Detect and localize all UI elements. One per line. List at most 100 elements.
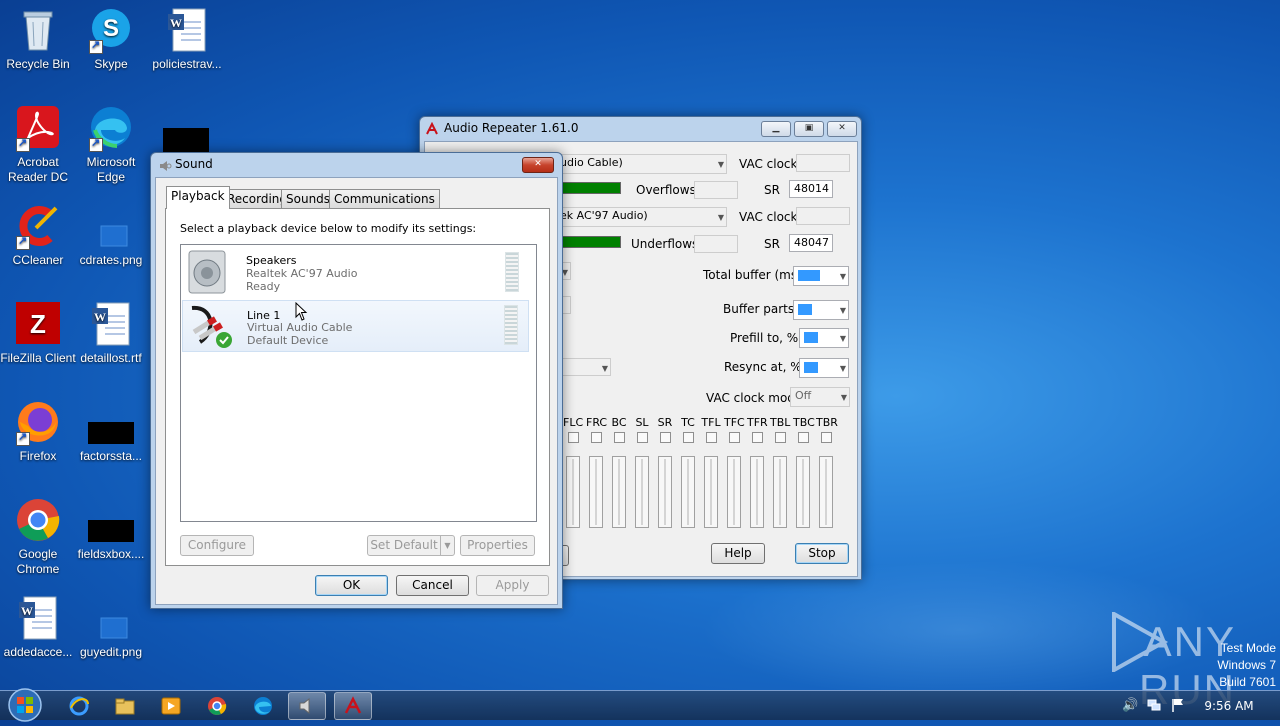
sound-dialog-titlebar[interactable]: Sound ✕ xyxy=(151,153,562,177)
channel-volume-slider[interactable] xyxy=(750,456,764,528)
taskbar-ie-icon[interactable] xyxy=(60,692,98,720)
desktop-icon-filezilla[interactable]: Z FileZilla Client xyxy=(0,300,76,366)
channel-tfc[interactable]: TFC xyxy=(724,416,745,443)
cancel-button[interactable]: Cancel xyxy=(396,575,469,596)
channel-label: FLC xyxy=(563,416,584,429)
channel-volume-slider[interactable] xyxy=(773,456,787,528)
tab-communications[interactable]: Communications xyxy=(329,189,440,208)
input-device-select[interactable]: udio Cable) ▼ xyxy=(555,154,727,174)
desktop-icon-guyedit[interactable]: guyedit.png xyxy=(73,594,149,660)
help-button[interactable]: Help xyxy=(711,543,765,564)
desktop-icon-cdrates[interactable]: cdrates.png xyxy=(73,202,149,268)
properties-button[interactable]: Properties xyxy=(460,535,535,556)
channel-checkbox[interactable] xyxy=(797,432,809,443)
desktop-icon-acrobat[interactable]: Acrobat Reader DC xyxy=(0,104,76,185)
desktop-icon-recycle-bin[interactable]: Recycle Bin xyxy=(0,6,76,72)
channel-volume-slider[interactable] xyxy=(727,456,741,528)
desktop-icon-chrome[interactable]: Google Chrome xyxy=(0,496,76,577)
buffer-parts-select[interactable]: ▼ xyxy=(793,300,849,320)
channel-tfr[interactable]: TFR xyxy=(747,416,768,443)
desktop-icon-ccleaner[interactable]: CCleaner xyxy=(0,202,76,268)
prefill-select[interactable]: ▼ xyxy=(799,328,849,348)
channel-label: TC xyxy=(681,416,695,429)
tray-flag-icon[interactable] xyxy=(1170,697,1186,716)
resync-select[interactable]: ▼ xyxy=(799,358,849,378)
overflows-label: Overflows xyxy=(636,183,696,197)
desktop-icon-edge[interactable]: Microsoft Edge xyxy=(73,104,149,185)
channel-bc[interactable]: BC xyxy=(609,416,629,443)
tab-sounds[interactable]: Sounds xyxy=(281,189,336,208)
channel-volume-slider[interactable] xyxy=(796,456,810,528)
chevron-down-icon: ▼ xyxy=(840,393,847,402)
tray-network-icon[interactable] xyxy=(1146,697,1162,716)
taskbar-audio-repeater-icon[interactable] xyxy=(334,692,372,720)
channel-flc[interactable]: FLC xyxy=(563,416,583,443)
taskbar-edge-icon[interactable] xyxy=(244,692,282,720)
device-list[interactable]: Speakers Realtek AC'97 Audio Ready Line … xyxy=(180,244,537,522)
channel-tbl[interactable]: TBL xyxy=(770,416,790,443)
channel-frc[interactable]: FRC xyxy=(586,416,607,443)
tray-volume-icon[interactable]: 🔊 xyxy=(1122,698,1138,713)
maximize-button[interactable]: ▣ xyxy=(794,121,824,137)
total-buffer-select[interactable]: ▼ xyxy=(793,266,849,286)
tab-playback[interactable]: Playback xyxy=(166,186,230,209)
desktop-icon-firefox[interactable]: Firefox xyxy=(0,398,76,464)
desktop-icon-fieldsxbox[interactable]: fieldsxbox.... xyxy=(73,496,149,562)
partial-combo-3[interactable]: ▼ xyxy=(555,358,611,376)
audio-repeater-titlebar[interactable]: Audio Repeater 1.61.0 ▁ ▣ ✕ xyxy=(420,117,861,141)
channel-volume-slider[interactable] xyxy=(819,456,833,528)
channel-checkbox[interactable] xyxy=(728,432,740,443)
tab-panel: Select a playback device below to modify… xyxy=(165,208,550,566)
channel-checkbox[interactable] xyxy=(567,432,579,443)
device-item-speakers[interactable]: Speakers Realtek AC'97 Audio Ready xyxy=(182,246,529,298)
channel-tbr[interactable]: TBR xyxy=(816,416,838,443)
channel-volume-slider[interactable] xyxy=(635,456,649,528)
close-button[interactable]: ✕ xyxy=(827,121,857,137)
start-button[interactable] xyxy=(6,687,44,723)
edge-icon xyxy=(87,104,135,152)
channel-sl[interactable]: SL xyxy=(632,416,652,443)
minimize-button[interactable]: ▁ xyxy=(761,121,791,137)
output-device-select[interactable]: ek AC'97 Audio) ▼ xyxy=(555,207,727,227)
channel-checkbox[interactable] xyxy=(613,432,625,443)
set-default-button[interactable]: Set Default xyxy=(367,535,441,556)
vac-clock-mode-value: Off xyxy=(795,389,812,402)
channel-checkbox[interactable] xyxy=(774,432,786,443)
taskbar-media-player-icon[interactable] xyxy=(152,692,190,720)
taskbar-sound-icon[interactable] xyxy=(288,692,326,720)
channel-checkbox[interactable] xyxy=(682,432,694,443)
channel-tfl[interactable]: TFL xyxy=(701,416,721,443)
close-button[interactable]: ✕ xyxy=(522,157,554,173)
taskbar-explorer-icon[interactable] xyxy=(106,692,144,720)
channel-checkbox[interactable] xyxy=(636,432,648,443)
desktop-icon-addedacce[interactable]: W addedacce... xyxy=(0,594,76,660)
sound-dialog[interactable]: Sound ✕ Playback Recording Sounds Commun… xyxy=(150,152,563,609)
channel-checkbox[interactable] xyxy=(659,432,671,443)
channel-checkbox[interactable] xyxy=(751,432,763,443)
desktop-icon-factorssta[interactable]: factorssta... xyxy=(73,398,149,464)
channel-tc[interactable]: TC xyxy=(678,416,698,443)
channel-volume-slider[interactable] xyxy=(589,456,603,528)
ok-button[interactable]: OK xyxy=(315,575,388,596)
taskbar-chrome-icon[interactable] xyxy=(198,692,236,720)
channel-checkbox[interactable] xyxy=(590,432,602,443)
device-item-line1[interactable]: Line 1 Virtual Audio Cable Default Devic… xyxy=(182,300,529,352)
channel-tbc[interactable]: TBC xyxy=(793,416,815,443)
channel-volume-slider[interactable] xyxy=(681,456,695,528)
channel-volume-slider[interactable] xyxy=(704,456,718,528)
apply-button[interactable]: Apply xyxy=(476,575,549,596)
channel-checkbox[interactable] xyxy=(705,432,717,443)
channel-checkbox[interactable] xyxy=(820,432,832,443)
tray-clock[interactable]: 9:56 AM xyxy=(1196,699,1262,713)
channel-volume-slider[interactable] xyxy=(658,456,672,528)
set-default-dropdown[interactable]: ▼ xyxy=(440,535,455,556)
desktop-icon-policiestrav[interactable]: W policiestrav... xyxy=(149,6,225,72)
desktop-icon-detaillost[interactable]: W detaillost.rtf xyxy=(73,300,149,366)
channel-sr[interactable]: SR xyxy=(655,416,675,443)
desktop-icon-skype[interactable]: S Skype xyxy=(73,6,149,72)
configure-button[interactable]: Configure xyxy=(180,535,254,556)
stop-button[interactable]: Stop xyxy=(795,543,849,564)
channel-volume-slider[interactable] xyxy=(612,456,626,528)
channel-volume-slider[interactable] xyxy=(566,456,580,528)
vac-clock-mode-select[interactable]: Off ▼ xyxy=(790,387,850,407)
